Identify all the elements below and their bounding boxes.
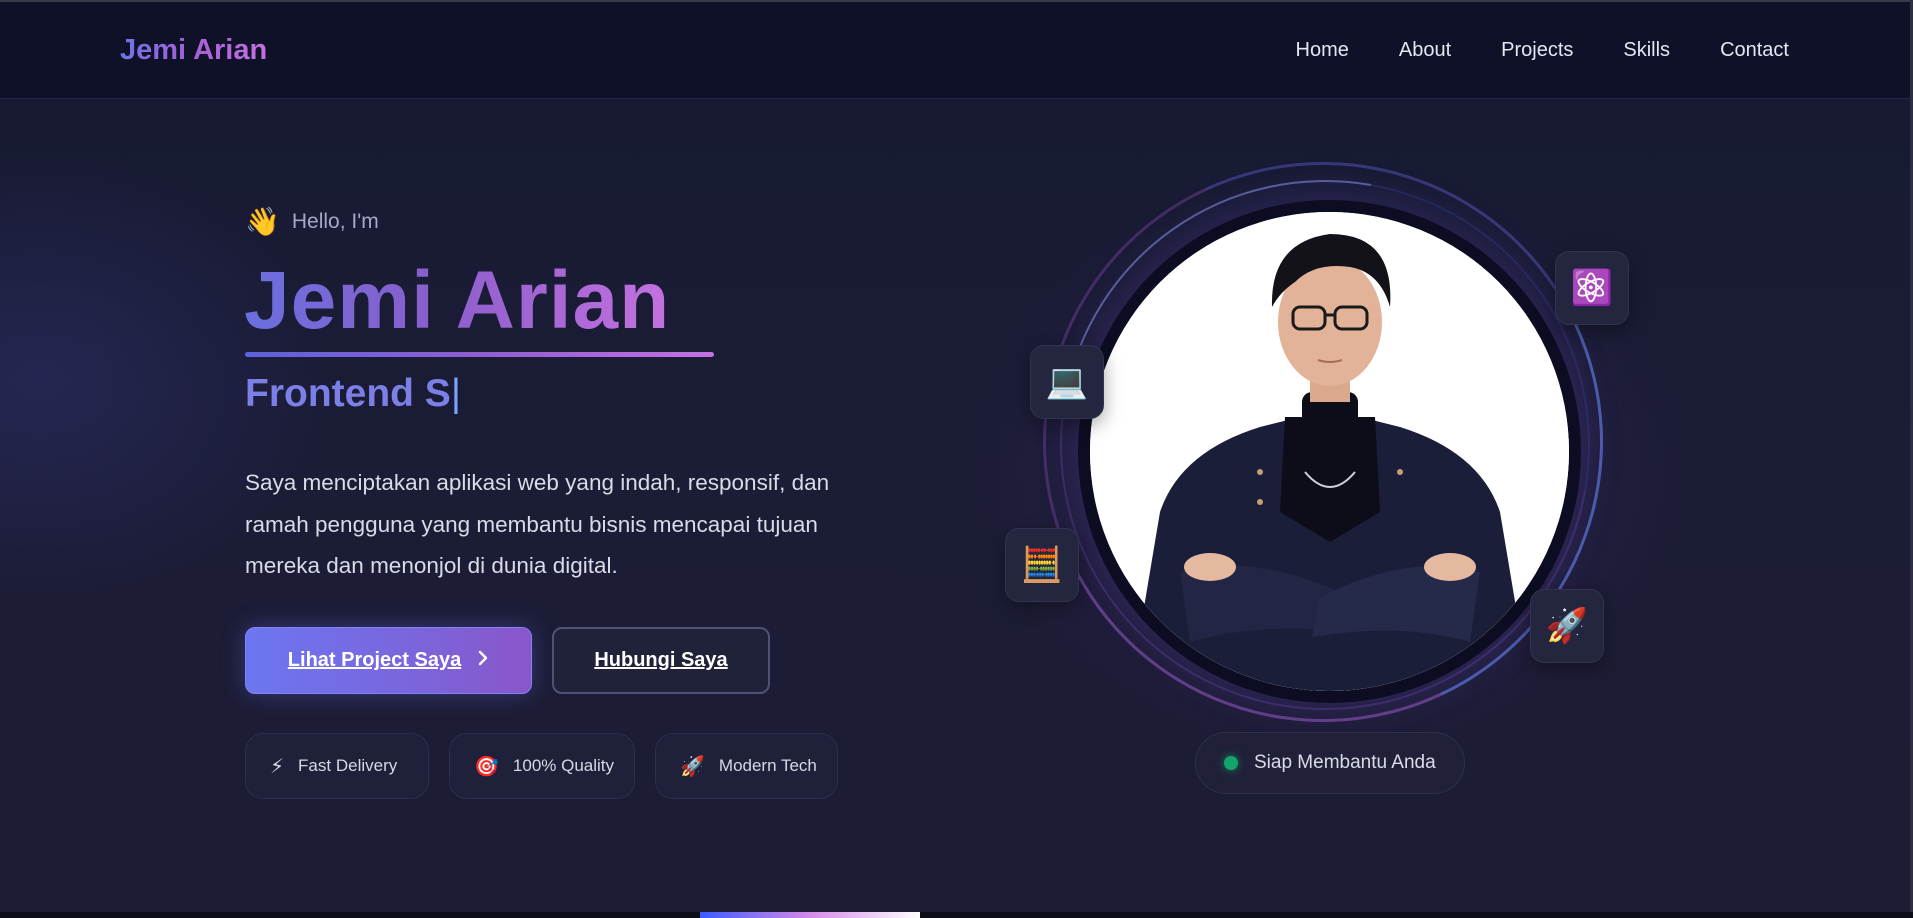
view-projects-button[interactable]: Lihat Project Saya: [245, 627, 532, 694]
availability-text: Siap Membantu Anda: [1254, 752, 1436, 773]
profile-photo: [1090, 212, 1569, 691]
waving-hand-icon: 👋: [245, 206, 280, 237]
atom-icon: ⚛️: [1555, 251, 1629, 325]
greeting: 👋 Hello, I'm: [245, 205, 379, 238]
feature-chip-fast-delivery: ⚡ Fast Delivery: [245, 733, 429, 799]
view-projects-label: Lihat Project Saya: [287, 649, 462, 671]
rocket-icon: 🚀: [1530, 589, 1604, 663]
rocket-icon: 🚀: [680, 755, 705, 778]
hero-name: Jemi Arian: [244, 255, 671, 346]
role-typing-text: Frontend S|: [245, 372, 461, 416]
chip-label: Modern Tech: [718, 756, 817, 775]
nav-links: Home About Projects Skills Contact: [1296, 39, 1789, 62]
availability-badge: Siap Membantu Anda: [1195, 732, 1465, 794]
role-text: Frontend S: [245, 372, 451, 415]
calculator-icon: 🧮: [1005, 528, 1079, 602]
feature-chip-quality: 🎯 100% Quality: [449, 733, 635, 799]
chip-label: 100% Quality: [512, 756, 615, 775]
name-underline: [245, 352, 714, 357]
nav-link-contact[interactable]: Contact: [1720, 39, 1789, 62]
chip-label: Fast Delivery: [298, 756, 398, 775]
chevron-right-icon: [477, 649, 489, 672]
contact-me-button[interactable]: Hubungi Saya: [552, 627, 770, 694]
nav-link-home[interactable]: Home: [1296, 39, 1349, 62]
nav-link-skills[interactable]: Skills: [1623, 39, 1670, 62]
laptop-icon: 💻: [1030, 345, 1104, 419]
contact-me-label: Hubungi Saya: [594, 649, 728, 671]
feature-chip-modern-tech: 🚀 Modern Tech: [655, 733, 838, 799]
brand-logo[interactable]: Jemi Arian: [120, 34, 267, 67]
typing-caret: |: [450, 372, 461, 415]
navbar: Jemi Arian Home About Projects Skills Co…: [0, 2, 1910, 99]
greeting-text: Hello, I'm: [291, 209, 379, 233]
target-icon: 🎯: [474, 755, 499, 778]
person-portrait-illustration: [1090, 212, 1569, 691]
bottom-bar: [0, 912, 1913, 918]
nav-link-projects[interactable]: Projects: [1501, 39, 1573, 62]
hero-intro: Saya menciptakan aplikasi web yang indah…: [245, 470, 830, 578]
lightning-icon: ⚡: [270, 755, 285, 778]
nav-link-about[interactable]: About: [1399, 39, 1451, 62]
bottom-gradient-accent: [700, 912, 920, 918]
online-status-dot: [1224, 756, 1238, 770]
